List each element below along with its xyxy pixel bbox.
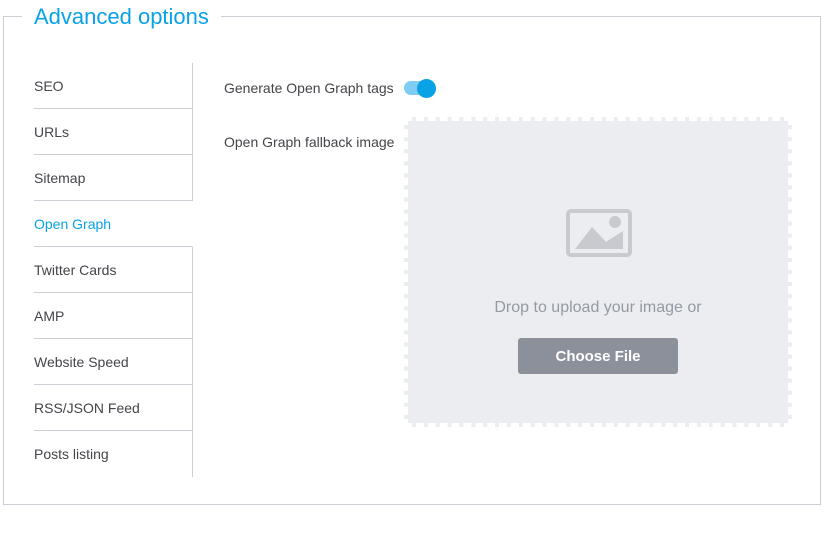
- og-fallback-image-label: Open Graph fallback image: [224, 134, 395, 150]
- sidebar-item-rss-json-feed[interactable]: RSS/JSON Feed: [34, 385, 193, 431]
- choose-file-button[interactable]: Choose File: [518, 338, 678, 374]
- dropzone-text: Drop to upload your image or: [494, 299, 702, 316]
- sidebar-item-sitemap[interactable]: Sitemap: [34, 155, 193, 201]
- sidebar-item-urls[interactable]: URLs: [34, 109, 193, 155]
- advanced-options-sidebar: SEO URLs Sitemap Open Graph Twitter Card…: [34, 63, 193, 477]
- generate-og-tags-label: Generate Open Graph tags: [224, 80, 394, 96]
- image-placeholder-icon: [566, 209, 632, 257]
- sidebar-item-seo[interactable]: SEO: [34, 63, 193, 109]
- sidebar-item-open-graph[interactable]: Open Graph: [34, 201, 193, 247]
- image-dropzone[interactable]: Drop to upload your image or Choose File: [404, 117, 792, 427]
- sidebar-item-amp[interactable]: AMP: [34, 293, 193, 339]
- sidebar-item-posts-listing[interactable]: Posts listing: [34, 431, 193, 477]
- sidebar-item-website-speed[interactable]: Website Speed: [34, 339, 193, 385]
- generate-og-tags-toggle[interactable]: [404, 79, 438, 98]
- toggle-knob: [417, 79, 436, 98]
- sidebar-item-twitter-cards[interactable]: Twitter Cards: [34, 247, 193, 293]
- section-title: Advanced options: [22, 2, 221, 32]
